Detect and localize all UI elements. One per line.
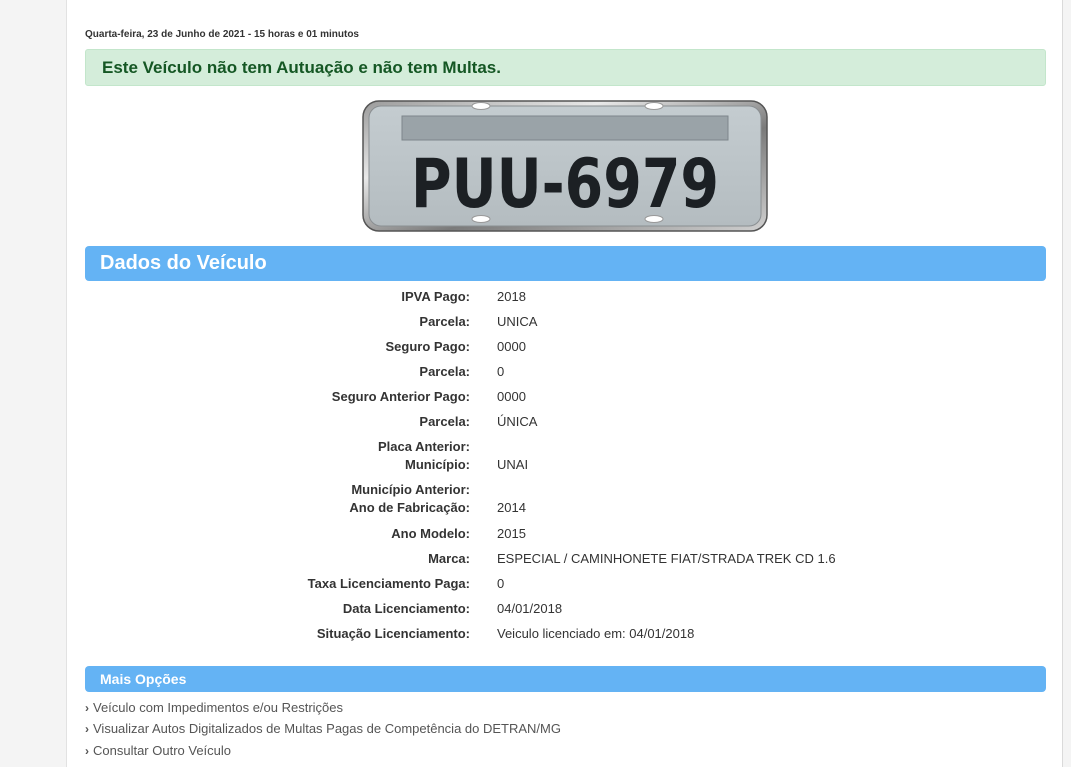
row-value: ÚNICA [497,414,538,429]
no-fines-alert: Este Veículo não tem Autuação e não tem … [85,49,1046,86]
row-value: 2014 [497,500,526,515]
row-value: UNICA [497,314,538,329]
row-label: Ano de Fabricação: [349,500,470,515]
chevron-right-icon: › [85,701,89,715]
left-sidebar [0,0,67,767]
link-label[interactable]: Veículo com Impedimentos e/ou Restrições [93,700,343,715]
link-consult-other-vehicle[interactable]: › Consultar Outro Veículo [85,742,231,760]
row-label: Situação Licenciamento: [316,626,470,641]
link-digitized-fines[interactable]: › Visualizar Autos Digitalizados de Multa… [85,720,561,738]
row-value: 0 [497,576,505,591]
row-value: UNAI [497,457,529,472]
row-label: Parcela: [419,314,470,329]
plate-number: PUU-6979 [411,145,719,224]
link-vehicle-restrictions[interactable]: › Veículo com Impedimentos e/ou Restriçõe… [85,699,343,717]
row-label: IPVA Pago: [401,289,470,304]
link-label[interactable]: Visualizar Autos Digitalizados de Multas… [93,721,561,736]
row-label: Seguro Anterior Pago: [331,389,470,404]
row-label: Ano Modelo: [391,526,470,541]
row-label: Taxa Licenciamento Paga: [307,576,470,591]
row-label: Parcela: [419,414,470,429]
row-label: Seguro Pago: [385,339,470,354]
row-value: ESPECIAL / CAMINHONETE FIAT/STRADA TREK … [497,551,836,566]
more-options-header: Mais Opções [85,666,1046,692]
row-value: 0000 [497,339,526,354]
row-value: 0000 [497,389,526,404]
right-scroll-area [1062,0,1071,767]
license-plate: PUU-6979 [362,99,768,232]
row-label: Placa Anterior: [378,439,470,454]
row-label: Município Anterior: [351,482,470,497]
row-label: Município: [405,457,470,472]
vehicle-data-header: Dados do Veículo [85,246,1046,281]
row-value: 2018 [497,289,526,304]
license-plate-graphic: PUU-6979 [362,100,768,232]
row-label: Marca: [428,551,470,566]
row-value: 0 [497,364,505,379]
row-value: 2015 [497,526,526,541]
chevron-right-icon: › [85,722,89,736]
main-content: Quarta-feira, 23 de Junho de 2021 - 15 h… [67,0,1062,767]
row-value: Veiculo licenciado em: 04/01/2018 [497,626,695,641]
link-label[interactable]: Consultar Outro Veículo [93,743,231,758]
row-label: Parcela: [419,364,470,379]
date-line: Quarta-feira, 23 de Junho de 2021 - 15 h… [85,29,359,40]
row-value: 04/01/2018 [497,601,563,616]
row-label: Data Licenciamento: [342,601,470,616]
chevron-right-icon: › [85,744,89,758]
